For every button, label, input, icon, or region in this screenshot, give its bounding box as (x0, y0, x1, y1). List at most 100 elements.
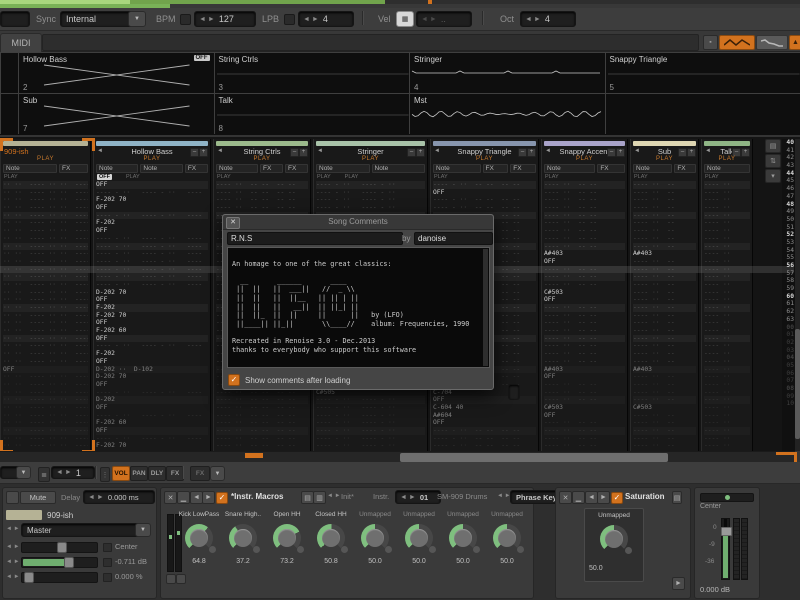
pattern-row[interactable]: ---- ·· -- -- -- -- (216, 427, 308, 435)
pattern-row[interactable]: ---- - ·· ---- - ·· (316, 181, 425, 189)
pattern-row[interactable]: ---- ·· (704, 235, 750, 243)
pattern-row[interactable]: ·· ·· ---- ·· ·· ---- (3, 358, 88, 366)
pattern-row[interactable]: ---- ·· (704, 243, 750, 251)
pattern-row[interactable]: ---- ·· -- (633, 342, 696, 350)
knob-reset-dot[interactable] (625, 547, 632, 554)
fx-column-header[interactable]: FX (59, 164, 88, 173)
pattern-row[interactable]: D-202 ·· D-102 (96, 366, 208, 374)
pattern-row[interactable]: C-604 40 (433, 404, 536, 412)
pattern-row[interactable]: OFF (544, 258, 625, 266)
pattern-row[interactable]: ·· ·· ---- ·· ·· ---- (3, 442, 88, 450)
pattern-row[interactable]: ---- ·· -- -- (544, 442, 625, 450)
pattern-row[interactable]: ---- ·· -- (633, 227, 696, 235)
pattern-row[interactable]: ·· ·· ---- ·· ·· ---- (3, 289, 88, 297)
pattern-row[interactable]: ---- ·· (704, 373, 750, 381)
pattern-row[interactable]: ---- ·· -- -- (544, 212, 625, 220)
delay-spinner[interactable]: ◄ ►0.000 ms (83, 490, 155, 504)
toggle-dly[interactable]: DLY (148, 466, 166, 481)
pattern-track[interactable]: ◄Snappy Accent–+PLAYNoteFXPLAY---- ·· --… (541, 139, 628, 451)
pattern-row[interactable]: ·· ·· ---- ·· ·· ---- (3, 335, 88, 343)
pattern-row[interactable]: ---- ·· -- -- (544, 327, 625, 335)
pattern-row[interactable]: D-202 70 (96, 289, 208, 297)
pattern-row[interactable]: ---- ·· -- -- -- -- (216, 396, 308, 404)
pattern-row[interactable]: OFF (96, 181, 208, 189)
pattern-row[interactable]: ---- ·· -- (633, 412, 696, 420)
pattern-row[interactable]: ---- ·· (704, 412, 750, 420)
pattern-row[interactable]: F-202 70 (96, 312, 208, 320)
preset-grid-icon[interactable]: ▤ (672, 491, 682, 504)
track-slider[interactable] (21, 557, 98, 568)
pattern-row[interactable]: ---- ·· (704, 404, 750, 412)
pattern-row[interactable]: ·· ·· ---- ·· ·· ---- (3, 235, 88, 243)
instr-spinner[interactable]: ◄ ►01 (395, 490, 441, 504)
next-device-icon[interactable]: ► (597, 491, 610, 504)
pattern-row[interactable]: ·· ·· ---- ·· ·· ---- (3, 204, 88, 212)
knob-reset-dot[interactable] (385, 546, 392, 553)
pattern-row[interactable]: ---- - ·· -- -- -- -- (433, 196, 536, 204)
pattern-row[interactable]: ·· ·· ---- ·· ·· ---- (3, 389, 88, 397)
pattern-row[interactable]: ·· ·· ---- ·· ·· ---- (3, 227, 88, 235)
pattern-row[interactable]: ---- ·· -- -- -- -- (216, 412, 308, 420)
pattern-row[interactable]: ---- ·· (704, 189, 750, 197)
pattern-row[interactable]: A#403 (544, 366, 625, 374)
pattern-row[interactable]: ---- ·· (704, 273, 750, 281)
preset-grid2-icon[interactable]: ▥ (313, 491, 326, 504)
pattern-grid-icon[interactable]: ▤ (765, 139, 781, 153)
comment-scrollbar[interactable] (483, 249, 488, 366)
pattern-row[interactable]: ---- ·· (704, 319, 750, 327)
pattern-dropdown-button[interactable]: ▼ (16, 466, 31, 479)
pattern-row[interactable]: ---- ·· -- -- -- -- (216, 196, 308, 204)
swap-icon[interactable]: ⇅ (765, 154, 781, 168)
pattern-row[interactable]: ---- - ·· ---- - ·· ---- (96, 250, 208, 258)
scope-cell[interactable] (605, 93, 800, 134)
column-play-label[interactable]: PLAY (434, 174, 448, 180)
pattern-row[interactable]: ---- ·· -- (633, 335, 696, 343)
pattern-row[interactable]: ---- ·· -- -- (544, 227, 625, 235)
note-column-header[interactable]: Note (3, 164, 57, 173)
cut-control[interactable] (0, 11, 30, 27)
pattern-row[interactable]: ---- ·· -- (633, 258, 696, 266)
pattern-row[interactable]: ---- ·· -- (633, 296, 696, 304)
track-name[interactable]: 909-ish (1, 147, 90, 156)
mute-button[interactable]: Mute (20, 491, 56, 504)
pattern-row[interactable]: ---- ·· (704, 358, 750, 366)
pattern-row[interactable]: ---- ·· -- -- (544, 419, 625, 427)
knob-reset-dot[interactable] (253, 546, 260, 553)
pattern-row[interactable]: OFF (96, 381, 208, 389)
pattern-row[interactable]: ·· ·· ---- ·· ·· ---- (3, 412, 88, 420)
pattern-row[interactable]: ---- ·· -- -- (544, 312, 625, 320)
pattern-row[interactable]: ---- ·· (704, 219, 750, 227)
pattern-row[interactable]: ---- ·· -- -- (544, 335, 625, 343)
pattern-row[interactable]: ---- ·· -- -- -- -- (216, 189, 308, 197)
pattern-track[interactable]: ◄Hollow Bass–+PLAYNoteNoteFXOFFPLAYOFF--… (93, 139, 211, 451)
pattern-row[interactable]: ---- ·· (704, 396, 750, 404)
note-column-header[interactable]: Note (433, 164, 481, 173)
pattern-row[interactable]: ---- ·· -- (633, 219, 696, 227)
pattern-row[interactable]: ---- ·· -- (633, 358, 696, 366)
pattern-row[interactable]: OFF (433, 189, 536, 197)
pattern-row[interactable]: ---- ·· (704, 227, 750, 235)
pattern-row[interactable]: ---- - ·· ---- - ·· ---- (96, 266, 208, 274)
pattern-row[interactable]: ---- ·· (704, 435, 750, 443)
pattern-row[interactable]: ---- - ·· ---- - ·· ---- (96, 189, 208, 197)
pattern-row[interactable]: ---- - ·· ---- - ·· (316, 419, 425, 427)
lpb-spinner[interactable]: ◄ ►4 (298, 11, 354, 27)
knob-reset-dot[interactable] (297, 546, 304, 553)
pattern-row[interactable]: F-202 (96, 350, 208, 358)
pattern-row[interactable]: ---- - ·· ---- - ·· ---- (96, 243, 208, 251)
pattern-vscrollbar[interactable] (795, 139, 800, 451)
track-play-status[interactable]: PLAY (214, 156, 310, 163)
track-play-status[interactable]: PLAY (94, 156, 210, 163)
pattern-row[interactable]: ---- ·· -- -- (544, 381, 625, 389)
pattern-row[interactable]: ---- ·· -- (633, 319, 696, 327)
pattern-row[interactable]: ---- ·· -- -- -- -- (216, 442, 308, 450)
pattern-row[interactable]: C#503 (633, 404, 696, 412)
pattern-row[interactable]: ---- ·· -- -- (544, 266, 625, 274)
pattern-row[interactable]: ---- - ·· ---- - ·· ---- (96, 435, 208, 443)
next-device-icon[interactable]: ► (202, 491, 215, 504)
pattern-row[interactable]: ---- ·· -- -- (544, 219, 625, 227)
pattern-row[interactable]: ---- - ·· ---- - ·· (316, 204, 425, 212)
pattern-row[interactable]: ·· ·· ---- ·· ·· ---- (3, 381, 88, 389)
track-slider[interactable] (21, 542, 98, 553)
pattern-row[interactable]: F-202 70 (96, 196, 208, 204)
